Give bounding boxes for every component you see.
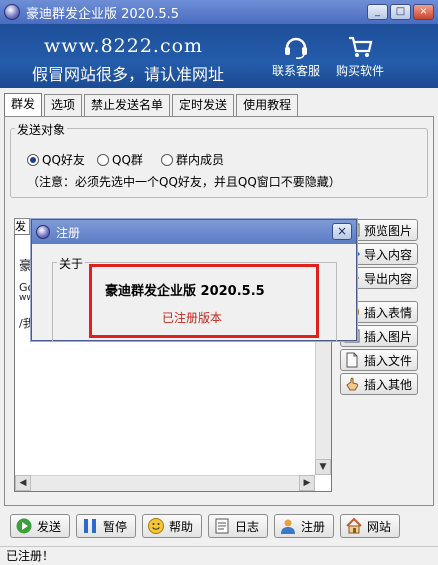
highlight-box xyxy=(89,264,319,338)
radio-group-members-label: 群内成员 xyxy=(176,153,225,167)
shopping-cart-icon xyxy=(349,36,373,57)
radio-qq-friend-label: QQ好友 xyxy=(42,153,85,167)
register-button[interactable]: 注册 xyxy=(274,514,334,538)
insert-file-label: 插入文件 xyxy=(364,353,413,368)
main-tabs: 群发 选项 禁止发送名单 定时发送 使用教程 xyxy=(4,93,300,117)
app-icon xyxy=(4,4,20,20)
user-icon xyxy=(281,519,295,534)
dialog-close-button[interactable]: × xyxy=(332,223,352,240)
radio-qq-group-label: QQ群 xyxy=(112,153,143,167)
close-button[interactable]: × xyxy=(413,4,434,20)
radio-indicator xyxy=(161,153,173,166)
content-tab[interactable]: 发 xyxy=(14,218,30,234)
tab-options[interactable]: 选项 xyxy=(44,94,83,116)
maximize-button[interactable]: □ xyxy=(390,4,411,20)
contact-support-label: 联系客服 xyxy=(271,64,320,78)
file-icon xyxy=(346,352,358,368)
send-button[interactable]: 发送 xyxy=(10,514,70,538)
tab-tutorial[interactable]: 使用教程 xyxy=(236,94,299,116)
banner: www.8222.com 假冒网站很多，请认准网址 联系客服 购买软件 xyxy=(0,24,438,88)
tab-block-list[interactable]: 禁止发送名单 xyxy=(84,94,171,116)
export-content-label: 导出内容 xyxy=(364,271,413,286)
website-button[interactable]: 网站 xyxy=(340,514,400,538)
log-label: 日志 xyxy=(235,519,260,534)
insert-image-label: 插入图片 xyxy=(364,329,413,344)
radio-qq-friend[interactable]: QQ好友 xyxy=(27,151,85,168)
play-icon xyxy=(16,518,32,534)
send-target-legend: 发送对象 xyxy=(15,121,68,138)
minimize-button[interactable]: _ xyxy=(367,4,388,20)
log-document-icon xyxy=(215,518,229,534)
dialog-title-bar: 注册 xyxy=(32,220,356,244)
radio-group-members[interactable]: 群内成员 xyxy=(161,151,224,168)
horizontal-scrollbar[interactable]: ◀ ▶ xyxy=(15,475,315,491)
log-button[interactable]: 日志 xyxy=(208,514,268,538)
website-url[interactable]: www.8222.com xyxy=(44,35,203,57)
radio-selected-indicator xyxy=(27,153,39,166)
window-title: 豪迪群发企业版 2020.5.5 xyxy=(26,6,180,22)
dialog-title: 注册 xyxy=(56,225,81,240)
send-label: 发送 xyxy=(37,519,62,534)
help-smiley-icon xyxy=(148,518,164,534)
register-label: 注册 xyxy=(301,519,326,534)
scroll-left-arrow-icon[interactable]: ◀ xyxy=(15,475,31,491)
pause-button[interactable]: 暂停 xyxy=(76,514,136,538)
contact-support-button[interactable]: 联系客服 xyxy=(266,34,326,79)
preview-image-label: 预览图片 xyxy=(364,223,413,238)
radio-qq-group[interactable]: QQ群 xyxy=(97,151,143,168)
send-target-note: （注意：必须先选中一个QQ好友，并且QQ窗口不要隐藏） xyxy=(27,175,341,189)
insert-other-label: 插入其他 xyxy=(364,377,413,392)
status-bar: 已注册！ xyxy=(0,546,438,565)
send-target-group: 发送对象 QQ好友 QQ群 群内成员 （注意：必须先选中一个QQ好友，并且QQ窗… xyxy=(10,121,428,198)
product-name: 豪迪群发企业版 2020.5.5 xyxy=(105,284,265,299)
import-content-label: 导入内容 xyxy=(364,247,413,262)
registration-status: 已注册版本 xyxy=(162,311,223,325)
buy-software-label: 购买软件 xyxy=(335,64,384,78)
hand-pointer-icon xyxy=(346,377,358,391)
insert-file-button[interactable]: 插入文件 xyxy=(340,349,418,371)
radio-indicator xyxy=(97,153,109,166)
scroll-right-arrow-icon[interactable]: ▶ xyxy=(299,475,315,491)
pause-icon xyxy=(84,519,96,533)
pause-label: 暂停 xyxy=(103,519,128,534)
insert-emoji-label: 插入表情 xyxy=(364,305,413,320)
tab-mass-send[interactable]: 群发 xyxy=(4,93,43,117)
website-label: 网站 xyxy=(367,519,392,534)
tab-scheduled-send[interactable]: 定时发送 xyxy=(172,94,235,116)
help-button[interactable]: 帮助 xyxy=(142,514,202,538)
headset-icon xyxy=(285,37,307,59)
dialog-app-icon xyxy=(36,225,50,239)
buy-software-button[interactable]: 购买软件 xyxy=(330,34,390,79)
home-icon xyxy=(346,517,362,534)
insert-other-button[interactable]: 插入其他 xyxy=(340,373,418,395)
help-label: 帮助 xyxy=(169,519,194,534)
scroll-down-arrow-icon[interactable]: ▼ xyxy=(315,459,331,475)
banner-slogan: 假冒网站很多，请认准网址 xyxy=(32,65,225,84)
about-legend: 关于 xyxy=(57,255,86,272)
title-bar: 豪迪群发企业版 2020.5.5 _ □ × xyxy=(0,0,438,24)
